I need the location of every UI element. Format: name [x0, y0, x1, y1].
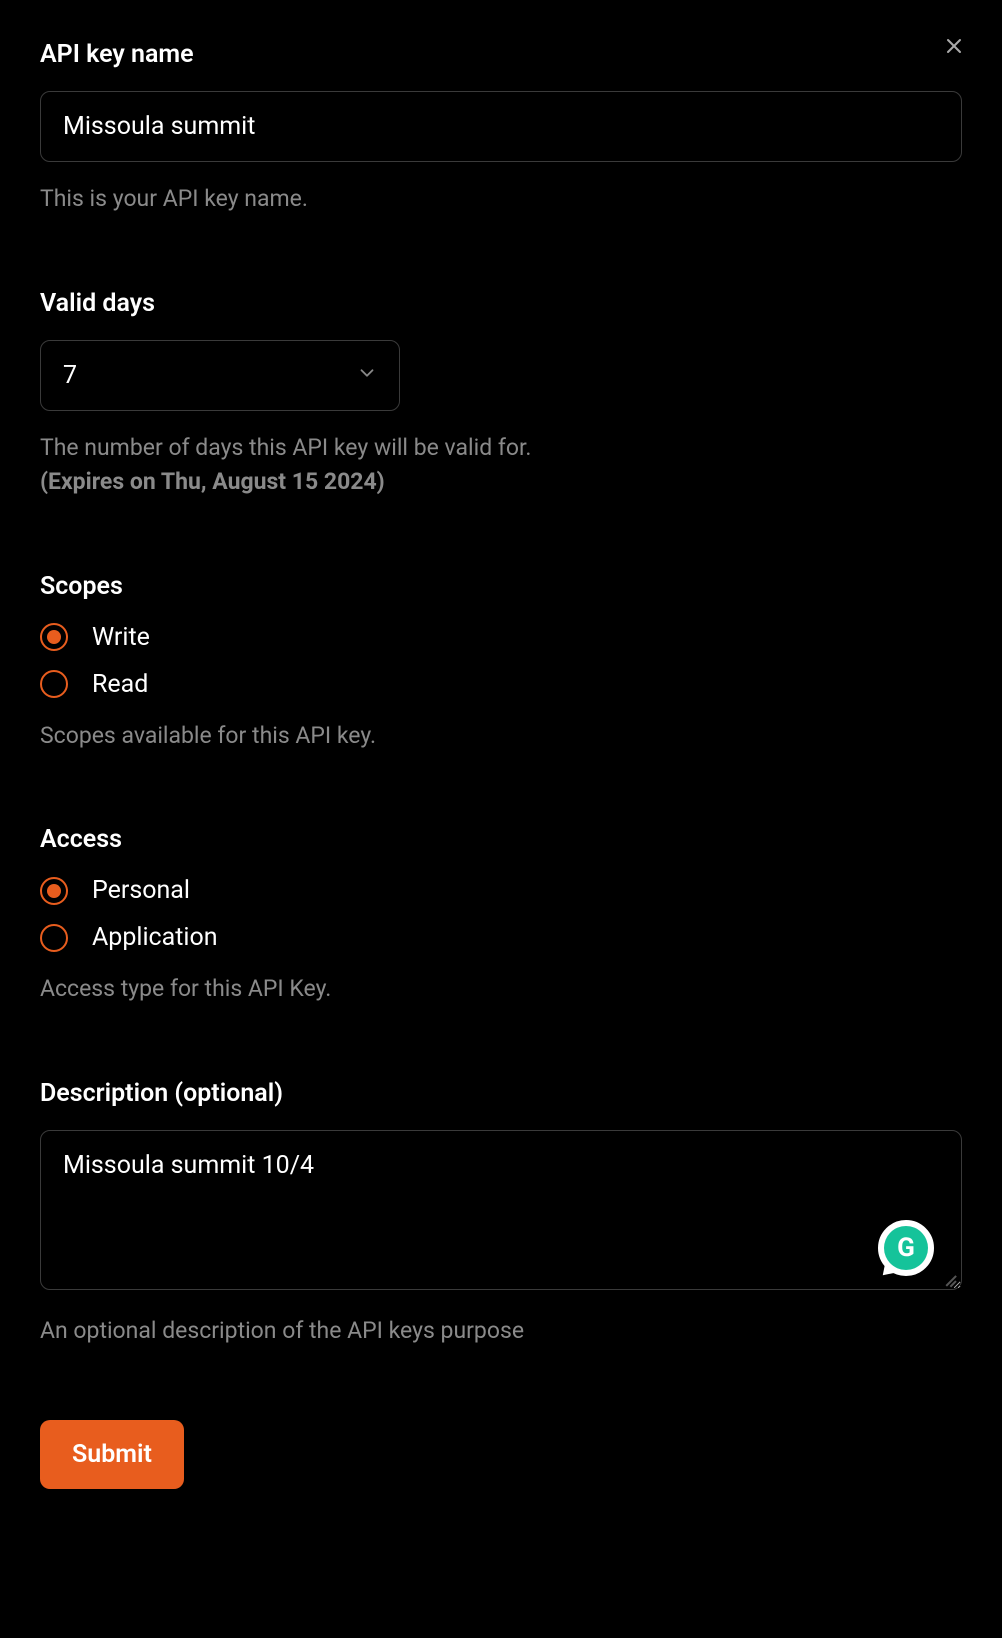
close-icon [942, 34, 966, 58]
api-key-name-label: API key name [40, 40, 962, 69]
access-label: Access [40, 825, 962, 854]
api-key-name-helper: This is your API key name. [40, 182, 962, 217]
access-radio-application-label: Application [92, 923, 218, 952]
scopes-helper: Scopes available for this API key. [40, 719, 962, 754]
scopes-radio-read-label: Read [92, 670, 148, 699]
grammarly-icon: G [884, 1226, 928, 1270]
valid-days-field: Valid days 7 The number of days this API… [40, 289, 962, 500]
valid-days-helper: The number of days this API key will be … [40, 431, 962, 500]
submit-button[interactable]: Submit [40, 1420, 184, 1489]
scopes-label: Scopes [40, 572, 962, 601]
valid-days-select[interactable]: 7 [40, 340, 400, 411]
valid-days-select-wrapper: 7 [40, 340, 400, 411]
valid-days-expires: (Expires on Thu, August 15 2024) [40, 468, 385, 495]
api-key-name-field: API key name This is your API key name. [40, 40, 962, 217]
access-radio-personal[interactable]: Personal [40, 876, 962, 905]
radio-icon [40, 670, 68, 698]
scopes-radio-write-label: Write [92, 623, 150, 652]
access-radio-group: Personal Application [40, 876, 962, 952]
description-textarea[interactable]: Missoula summit 10/4 [40, 1130, 962, 1290]
description-field: Description (optional) Missoula summit 1… [40, 1079, 962, 1349]
radio-icon [40, 924, 68, 952]
close-button[interactable] [936, 28, 972, 64]
access-radio-personal-label: Personal [92, 876, 190, 905]
description-helper: An optional description of the API keys … [40, 1314, 962, 1349]
radio-icon [40, 877, 68, 905]
description-textarea-wrapper: Missoula summit 10/4 G [40, 1130, 962, 1294]
scopes-radio-read[interactable]: Read [40, 670, 962, 699]
scopes-radio-write[interactable]: Write [40, 623, 962, 652]
scopes-field: Scopes Write Read Scopes available for t… [40, 572, 962, 754]
valid-days-helper-text: The number of days this API key will be … [40, 434, 531, 461]
grammarly-badge[interactable]: G [878, 1220, 934, 1276]
api-key-name-input[interactable] [40, 91, 962, 162]
access-radio-application[interactable]: Application [40, 923, 962, 952]
access-field: Access Personal Application Access type … [40, 825, 962, 1007]
valid-days-label: Valid days [40, 289, 962, 318]
scopes-radio-group: Write Read [40, 623, 962, 699]
access-helper: Access type for this API Key. [40, 972, 962, 1007]
radio-icon [40, 623, 68, 651]
description-label: Description (optional) [40, 1079, 962, 1108]
